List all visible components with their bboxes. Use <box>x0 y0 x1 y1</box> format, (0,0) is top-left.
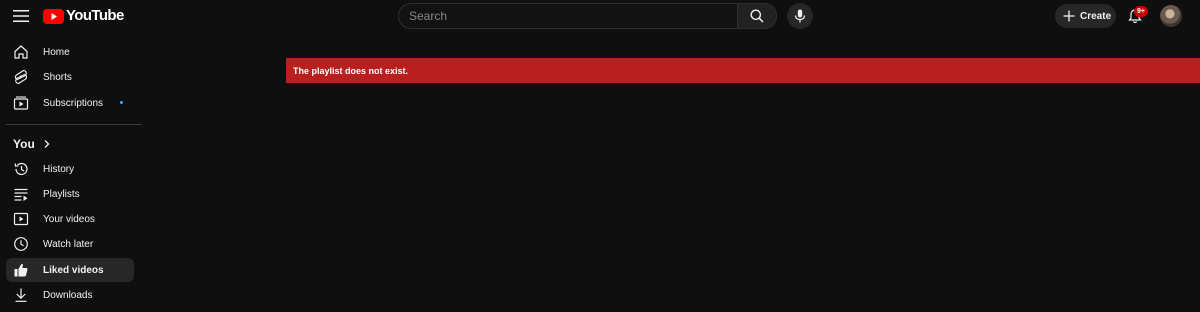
sidebar-item-liked-videos[interactable]: Liked videos <box>6 258 134 282</box>
you-section-label: You <box>13 137 35 151</box>
watch-later-icon <box>13 236 29 252</box>
masthead: YouTube Create 9+ <box>0 0 1200 32</box>
you-section-header[interactable]: You <box>13 137 52 151</box>
plus-icon <box>1063 10 1075 22</box>
youtube-logo[interactable]: YouTube <box>43 8 124 24</box>
account-avatar[interactable] <box>1160 5 1182 27</box>
sidebar-item-playlists[interactable]: Playlists <box>6 182 134 206</box>
create-button[interactable]: Create <box>1055 4 1116 28</box>
logo-text: YouTube <box>66 7 124 24</box>
sidebar-item-label: Downloads <box>43 289 93 301</box>
your-videos-icon <box>13 211 29 227</box>
sidebar-item-label: Shorts <box>43 71 72 83</box>
home-icon <box>13 44 29 60</box>
sidebar-item-your-videos[interactable]: Your videos <box>6 207 134 231</box>
youtube-play-logo-icon <box>43 8 64 24</box>
shorts-icon <box>13 69 29 85</box>
error-banner: The playlist does not exist. <box>286 58 1200 83</box>
notification-count-badge: 9+ <box>1134 6 1148 17</box>
history-icon <box>13 161 29 177</box>
search-input[interactable] <box>398 3 737 29</box>
sidebar-item-downloads[interactable]: Downloads <box>6 283 134 307</box>
sidebar-item-label: Subscriptions <box>43 97 104 109</box>
hamburger-menu-icon <box>13 10 29 22</box>
liked-icon <box>13 262 29 278</box>
sidebar-item-label: Liked videos <box>43 264 104 276</box>
sidebar-divider <box>6 124 142 125</box>
subscriptions-icon <box>13 95 29 111</box>
sidebar-item-label: Playlists <box>43 188 80 200</box>
playlists-icon <box>13 186 29 202</box>
search-icon <box>750 9 764 23</box>
voice-search-button[interactable] <box>787 3 813 29</box>
create-label: Create <box>1080 10 1112 22</box>
sidebar-item-shorts[interactable]: Shorts <box>6 65 134 89</box>
error-message: The playlist does not exist. <box>293 65 409 76</box>
sidebar-item-subscriptions[interactable]: Subscriptions <box>6 91 134 115</box>
sidebar-item-label: History <box>43 163 75 175</box>
new-content-dot <box>120 101 123 104</box>
sidebar-item-label: Home <box>43 46 70 58</box>
chevron-right-icon <box>44 140 50 148</box>
sidebar-item-watch-later[interactable]: Watch later <box>6 232 134 256</box>
search-button[interactable] <box>737 3 777 29</box>
microphone-icon <box>794 9 806 23</box>
sidebar-item-label: Your videos <box>43 213 95 225</box>
search-box <box>398 3 777 29</box>
sidebar-item-history[interactable]: History <box>6 157 134 181</box>
sidebar-item-label: Watch later <box>43 238 94 250</box>
sidebar-item-home[interactable]: Home <box>6 40 134 64</box>
guide-menu-button[interactable] <box>8 2 34 30</box>
downloads-icon <box>13 287 29 303</box>
